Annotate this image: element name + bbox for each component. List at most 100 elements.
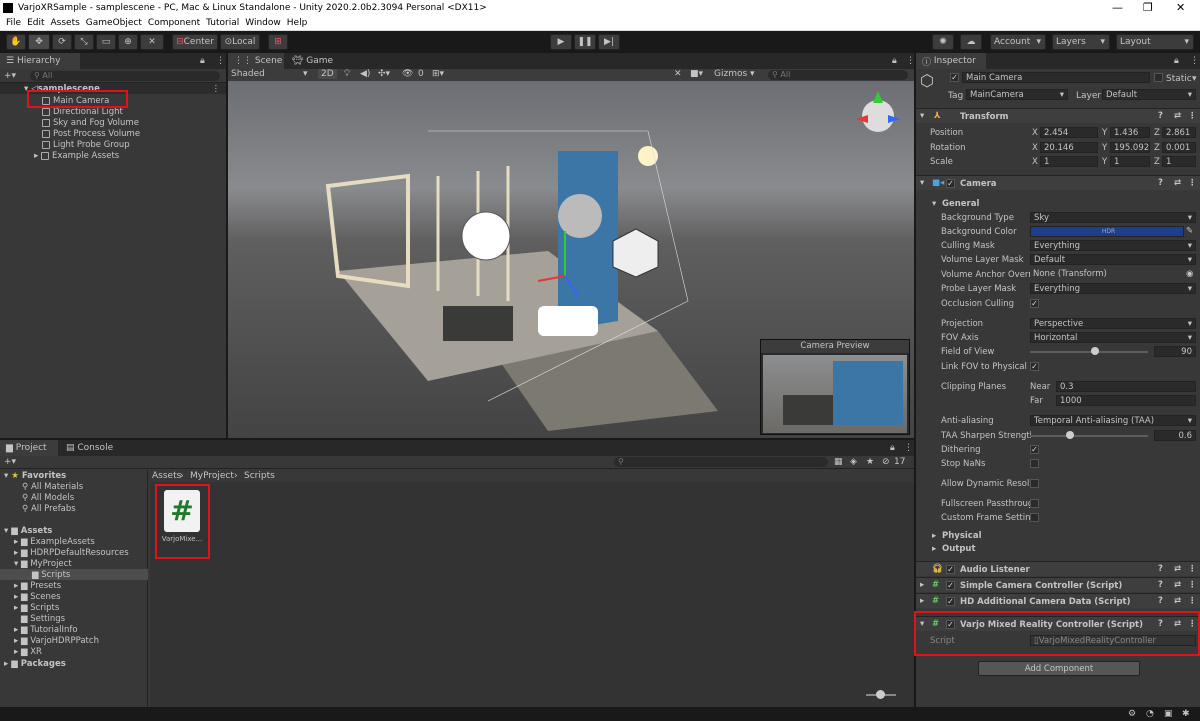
list-item[interactable]: ▾ ▆ MyProject (14, 558, 72, 569)
help-icon[interactable]: ? (1158, 178, 1163, 188)
list-item[interactable]: ▸ ▆ Scripts (14, 602, 59, 613)
position-z-input[interactable]: 2.861 (1162, 127, 1196, 138)
packages-node[interactable]: ▸ ▆ Packages (4, 658, 66, 669)
fullscreen-passthrough-checkbox[interactable] (1030, 499, 1039, 508)
taa-slider[interactable] (1030, 435, 1148, 437)
layer-dropdown[interactable]: Default (1102, 89, 1196, 100)
rect-tool-icon[interactable]: ▭ (96, 34, 116, 50)
link-fov-checkbox[interactable]: ✓ (1030, 362, 1039, 371)
minimize-button[interactable]: — (1112, 1, 1123, 14)
hd-camera-data-header[interactable]: ▸ # ✓ HD Additional Camera Data (Script)… (916, 593, 1200, 608)
list-item[interactable]: ▸ ▆ VarjoHDRPPatch (14, 635, 99, 646)
collab-icon[interactable]: ⚙ (1128, 709, 1136, 719)
chevron-down-icon[interactable]: ▾ (1192, 74, 1197, 84)
dithering-checkbox[interactable]: ✓ (1030, 445, 1039, 454)
list-item[interactable]: ▸ ▆ Scenes (14, 591, 61, 602)
audio-listener-header[interactable]: 🎧︎ ✓ Audio Listener ? ⇄ ⋮ (916, 561, 1200, 576)
gizmos-dropdown[interactable]: Gizmos (714, 69, 747, 79)
scene-viewport[interactable]: Camera Preview (228, 81, 914, 438)
maximize-button[interactable]: ❐ (1143, 1, 1153, 14)
lock-icon[interactable]: 🔒︎ (1174, 56, 1179, 66)
list-item[interactable]: Light Probe Group (42, 139, 130, 150)
project-search-input[interactable]: ⚲ (614, 457, 828, 467)
position-x-input[interactable]: 2.454 (1040, 127, 1098, 138)
progress-icon[interactable]: ◔ (1146, 709, 1154, 719)
simple-camera-controller-header[interactable]: ▸ # ✓ Simple Camera Controller (Script) … (916, 577, 1200, 592)
scene-gizmo-x[interactable] (856, 115, 868, 123)
tools-icon[interactable]: ✕ (674, 69, 682, 79)
help-icon[interactable]: ? (1158, 111, 1163, 121)
tab-project[interactable]: ▆ Project (0, 440, 58, 456)
background-color-swatch[interactable]: HDR (1030, 226, 1184, 237)
occlusion-culling-checkbox[interactable]: ✓ (1030, 299, 1039, 308)
scene-gizmo-y[interactable] (873, 91, 883, 103)
more-icon[interactable]: ⋮ (1188, 580, 1197, 590)
preset-icon[interactable]: ⇄ (1174, 178, 1181, 188)
tab-scene[interactable]: ⋮⋮ Scene (228, 53, 284, 69)
lock-icon[interactable]: 🔒︎ (890, 443, 895, 453)
account-dropdown[interactable]: Account ▾ (990, 34, 1046, 50)
tab-inspector[interactable]: ⓘ Inspector (916, 53, 986, 69)
tab-hierarchy[interactable]: ☰ Hierarchy (0, 53, 80, 69)
camera-enabled-checkbox[interactable]: ✓ (946, 179, 955, 188)
menu-assets[interactable]: Assets (51, 18, 80, 28)
effects-icon[interactable]: ✣▾ (378, 69, 390, 79)
list-item[interactable]: ▸ ▆ Presets (14, 580, 61, 591)
preset-icon[interactable]: ⇄ (1174, 580, 1181, 590)
stop-nans-checkbox[interactable] (1030, 459, 1039, 468)
more-icon[interactable]: ⋮ (1190, 56, 1199, 66)
list-item[interactable]: ▸ Example Assets (34, 150, 119, 161)
eyedropper-icon[interactable]: ✎ (1186, 226, 1193, 236)
help-icon[interactable]: ? (1158, 596, 1163, 606)
visibility-icon[interactable]: 👁︎ (402, 69, 413, 79)
menu-window[interactable]: Window (245, 18, 281, 28)
fov-slider[interactable] (1030, 351, 1148, 353)
simple-camera-controller-checkbox[interactable]: ✓ (946, 581, 955, 590)
camera-component-header[interactable]: ▾ ■◂ ✓ Camera ? ⇄ ⋮ (916, 175, 1200, 190)
transform-component-header[interactable]: ▾ ⅄ Transform ? ⇄ ⋮ (916, 108, 1200, 123)
list-item-selected[interactable]: ▆ Scripts (0, 569, 148, 580)
menu-component[interactable]: Component (148, 18, 200, 28)
filter-type-icon[interactable]: ▦ (834, 457, 843, 467)
create-asset-button[interactable]: +▾ (4, 457, 16, 467)
culling-mask-dropdown[interactable]: Everything (1030, 240, 1196, 251)
volume-layer-mask-dropdown[interactable]: Default (1030, 254, 1196, 265)
favorites-node[interactable]: ▾ ★ Favorites (4, 470, 66, 481)
volume-anchor-field[interactable]: None (Transform) (1030, 269, 1196, 280)
menu-file[interactable]: File (6, 18, 21, 28)
layers-dropdown[interactable]: Layers ▾ (1052, 34, 1110, 50)
scene-search-input[interactable]: ⚲ All (768, 70, 908, 80)
taa-input[interactable]: 0.6 (1154, 430, 1196, 441)
projection-dropdown[interactable]: Perspective (1030, 318, 1196, 329)
scale-z-input[interactable]: 1 (1162, 156, 1196, 167)
anti-aliasing-dropdown[interactable]: Temporal Anti-aliasing (TAA) (1030, 415, 1196, 426)
move-tool-icon[interactable]: ✥ (28, 34, 50, 50)
pivot-toggle[interactable]: ⊟ Center (172, 34, 218, 50)
hand-tool-icon[interactable]: ✋ (6, 34, 26, 50)
near-clip-input[interactable]: 0.3 (1056, 381, 1196, 392)
tab-console[interactable]: ▤ Console (60, 440, 118, 456)
preset-icon[interactable]: ⇄ (1174, 564, 1181, 574)
help-icon[interactable]: ? (1158, 580, 1163, 590)
assets-node[interactable]: ▾ ▆ Assets (4, 525, 52, 536)
list-item[interactable]: ⚲ All Models (22, 492, 74, 503)
dynamic-resolution-checkbox[interactable] (1030, 479, 1039, 488)
fov-slider-thumb[interactable] (1091, 347, 1099, 355)
menu-tutorial[interactable]: Tutorial (206, 18, 239, 28)
list-item[interactable]: Sky and Fog Volume (42, 117, 139, 128)
grid-icon[interactable]: ⊞▾ (432, 69, 444, 79)
services-icon[interactable]: ✺ (932, 34, 954, 50)
camera-icon[interactable]: ■▾ (690, 69, 703, 79)
add-object-button[interactable]: +▾ (4, 71, 16, 81)
shading-dropdown[interactable]: Shaded (231, 69, 265, 79)
more-icon[interactable]: ⋮ (906, 56, 915, 66)
list-item[interactable]: ▸ ▆ HDRPDefaultResources (14, 547, 129, 558)
rotation-z-input[interactable]: 0.001 (1162, 142, 1196, 153)
object-picker-icon[interactable]: ◉ (1186, 269, 1193, 279)
menu-help[interactable]: Help (287, 18, 308, 28)
menu-edit[interactable]: Edit (27, 18, 44, 28)
list-item[interactable]: ⚲ All Prefabs (22, 503, 76, 514)
tag-dropdown[interactable]: MainCamera (966, 89, 1068, 100)
scale-tool-icon[interactable]: ⤡ (74, 34, 94, 50)
menu-gameobject[interactable]: GameObject (86, 18, 142, 28)
